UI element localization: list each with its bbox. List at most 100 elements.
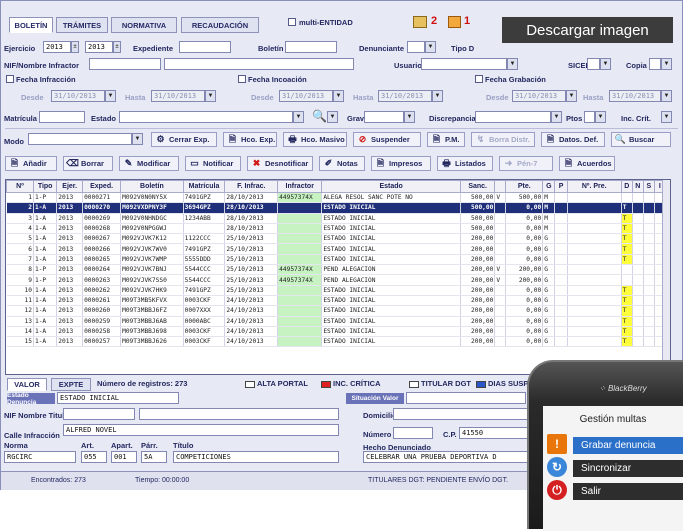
modificar-button[interactable]: ✎ Modificar — [119, 156, 179, 171]
table-row[interactable]: 1 1-P 2013 0000271 M092V0N0NY5X 7491GPZ 28/10/… — [6, 192, 667, 204]
borrar-button[interactable]: ⌫ Borrar — [63, 156, 113, 171]
grav-dropdown[interactable]: ▼ — [404, 111, 415, 123]
sicer-dropdown[interactable]: ▼ — [600, 58, 611, 70]
incoacion-hasta-dropdown[interactable]: ▼ — [432, 90, 443, 102]
anadir-button[interactable]: 🗎 Añadir — [5, 156, 57, 171]
cp-input[interactable]: 41550 — [459, 427, 533, 439]
incoacion-hasta-input[interactable]: 31/10/2013 — [378, 90, 432, 102]
infraccion-desde-input[interactable]: 31/10/2013 — [51, 90, 105, 102]
estado-dropdown[interactable]: ▼ — [293, 111, 304, 123]
borra-distr-button[interactable]: ↯ Borra Distr. — [471, 132, 535, 147]
tab-recaudacion[interactable]: RECAUDACIÓN — [181, 17, 259, 33]
column-header[interactable]: Ejer. — [56, 180, 84, 193]
suspender-button[interactable]: ⊘ Suspender — [353, 132, 421, 147]
modo-dropdown[interactable]: ▼ — [132, 133, 143, 145]
column-header[interactable]: Infractor — [277, 180, 323, 193]
grabacion-hasta-input[interactable]: 31/10/2013 — [609, 90, 661, 102]
copia-input[interactable] — [649, 58, 661, 70]
nif-titular-input[interactable] — [63, 408, 135, 420]
menu-grabar-denuncia[interactable]: Grabar denuncia — [573, 437, 683, 454]
desnotificar-button[interactable]: ✖ Desnotificar — [247, 156, 313, 171]
menu-sincronizar[interactable]: Sincronizar — [573, 460, 683, 477]
pen-button[interactable]: ➜ Pén-7 — [499, 156, 553, 171]
results-table[interactable]: Nº Tipo Ejer. Exped. Boletín Matrícula F. Infr… — [5, 179, 671, 375]
table-row[interactable]: 4 1-A 2013 0000268 M092V0NPGGWJ 28/10/2013 EST… — [6, 223, 667, 235]
ejercicio-to-spinner[interactable]: ± — [113, 41, 121, 53]
column-header[interactable]: Pte. — [505, 180, 544, 193]
column-header[interactable]: Exped. — [82, 180, 122, 193]
column-header[interactable]: Boletín — [120, 180, 184, 193]
notificar-button[interactable]: ▭ Notificar — [185, 156, 241, 171]
tab-boletin[interactable]: BOLETÍN — [9, 17, 53, 33]
fecha-grabacion-checkbox[interactable] — [475, 75, 483, 83]
apart-input[interactable]: 001 — [111, 451, 137, 463]
listados-button[interactable]: 🖶 Listados — [437, 156, 493, 171]
incoacion-desde-input[interactable]: 31/10/2013 — [279, 90, 333, 102]
notas-button[interactable]: ✐ Notas — [319, 156, 365, 171]
tab-valor[interactable]: VALOR — [7, 378, 47, 391]
infraccion-hasta-input[interactable]: 31/10/2013 — [151, 90, 205, 102]
infraccion-desde-dropdown[interactable]: ▼ — [105, 90, 116, 102]
tab-normativa[interactable]: NORMATIVA — [111, 17, 177, 33]
numero-input[interactable] — [393, 427, 433, 439]
usuario-dropdown[interactable]: ▼ — [507, 58, 518, 70]
acuerdos-button[interactable]: 🗎 Acuerdos — [559, 156, 615, 171]
column-header[interactable]: Estado — [321, 180, 461, 193]
copia-dropdown[interactable]: ▼ — [661, 58, 672, 70]
table-scrollbar[interactable] — [662, 180, 670, 374]
discrepancia-dropdown[interactable]: ▼ — [551, 111, 562, 123]
column-header[interactable] — [494, 180, 507, 193]
calle-input[interactable]: ALFRED NOVEL — [63, 424, 339, 436]
table-row[interactable]: 8 1-P 2013 0000264 M092VJVK7BNJ 5544CCC 25/10/… — [6, 264, 667, 276]
modo-input[interactable] — [28, 133, 132, 145]
inc-crit-dropdown[interactable]: ▼ — [661, 111, 672, 123]
estado-denuncia-field[interactable]: ESTADO INICIAL — [57, 392, 179, 404]
table-row[interactable]: 14 1-A 2013 0000258 M09T3MBBJ698 0003CKF 24/10… — [6, 326, 667, 338]
multi-entidad-checkbox[interactable] — [288, 18, 296, 26]
table-row[interactable]: 15 1-A 2013 0000257 M09T3MBBJ626 0003CKF 24/10… — [6, 336, 667, 348]
ejercicio-to-input[interactable]: 2013 — [85, 41, 113, 53]
table-row[interactable]: 12 1-A 2013 0000260 M09T3MBBJ6FZ 0007XXX 24/10… — [6, 305, 667, 317]
column-header[interactable]: N — [631, 180, 644, 193]
grav-input[interactable] — [364, 111, 404, 123]
situacion-valor-field[interactable] — [406, 392, 526, 404]
ejercicio-from-input[interactable]: 2013 — [43, 41, 71, 53]
table-row[interactable]: 2 1-A 2013 0000270 M092VXDPNY3F 3694GPZ 28/10/… — [6, 202, 667, 214]
warning-doc-icon[interactable] — [448, 16, 461, 28]
matricula-input[interactable] — [39, 111, 85, 123]
estado-search-dropdown[interactable]: ▼ — [327, 111, 338, 123]
art-input[interactable]: 055 — [81, 451, 107, 463]
nombre-titular-input[interactable] — [139, 408, 339, 420]
tab-tramites[interactable]: TRÁMITES — [56, 17, 108, 33]
column-header[interactable]: D — [620, 180, 633, 193]
impresos-button[interactable]: 🗎 Impresos — [371, 156, 431, 171]
column-header[interactable]: Nº. Pre. — [566, 180, 622, 193]
download-image-button[interactable]: Descargar imagen — [502, 17, 673, 43]
usuario-input[interactable] — [421, 58, 507, 70]
column-header[interactable]: Sanc. — [459, 180, 496, 193]
tab-expte[interactable]: EXPTE — [51, 378, 91, 391]
parr-input[interactable]: 5A — [141, 451, 167, 463]
infraccion-hasta-dropdown[interactable]: ▼ — [205, 90, 216, 102]
nif-input[interactable] — [89, 58, 161, 70]
fecha-incoacion-checkbox[interactable] — [238, 75, 246, 83]
domicilio-input[interactable] — [393, 408, 533, 420]
column-header[interactable]: S — [642, 180, 655, 193]
hecho-input[interactable]: CELEBRAR UNA PRUEBA DEPORTIVA D — [363, 451, 533, 463]
nombre-input[interactable] — [164, 58, 354, 70]
ptos-input[interactable] — [584, 111, 595, 123]
table-row[interactable]: 9 1-P 2013 0000263 M092VJVK7SS0 5544CCC 25/10/… — [6, 274, 667, 286]
column-header[interactable]: F. Infrac. — [224, 180, 279, 193]
cerrar-exp-button[interactable]: ⚙ Cerrar Exp. — [151, 132, 217, 147]
estado-input[interactable] — [119, 111, 293, 123]
buscar-button[interactable]: 🔍 Buscar — [611, 132, 671, 147]
hco-exp-button[interactable]: 🗎 Hco. Exp. — [223, 132, 277, 147]
grabacion-desde-dropdown[interactable]: ▼ — [566, 90, 577, 102]
column-header[interactable]: P — [554, 180, 568, 193]
alert-folder-icon[interactable] — [413, 16, 427, 28]
fecha-infraccion-checkbox[interactable] — [6, 75, 14, 83]
table-row[interactable]: 13 1-A 2013 0000259 M09T3MBBJ6AB 0000ABC 24/10… — [6, 316, 667, 327]
table-row[interactable]: 11 1-A 2013 0000261 M09T3MB5KFVX 0003CKF 24/10… — [6, 295, 667, 307]
pm-button[interactable]: 🗎 P.M. — [427, 132, 465, 147]
column-header[interactable]: Tipo — [32, 180, 58, 193]
